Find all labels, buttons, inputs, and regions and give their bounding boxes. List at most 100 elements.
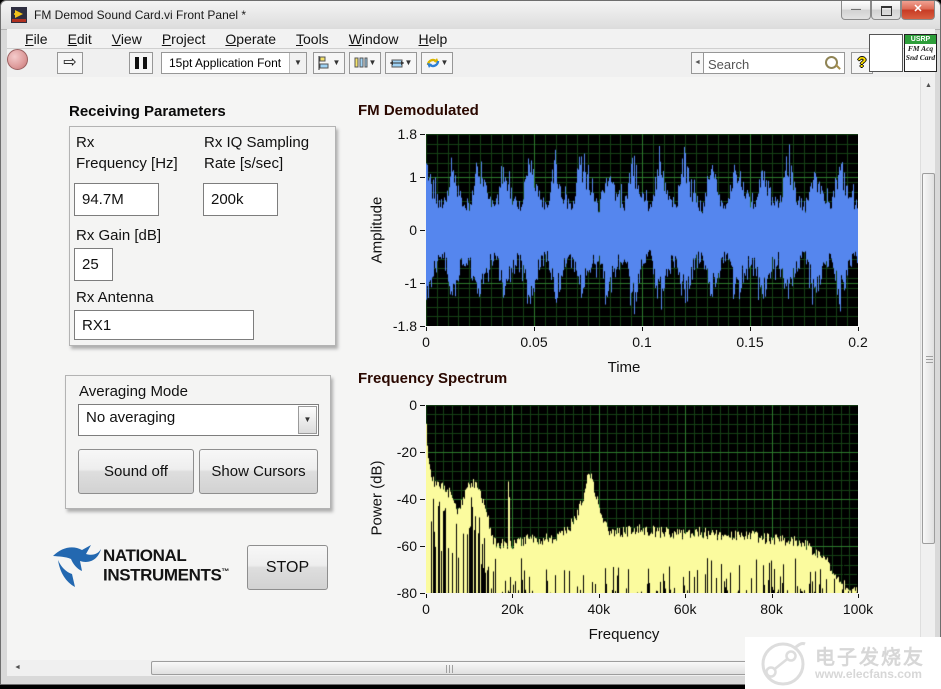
x-tick-mark: [534, 327, 535, 331]
grip-icon: [446, 665, 447, 673]
distribute-objects-icon: [354, 56, 368, 70]
x-tick-mark: [599, 594, 600, 598]
scroll-up-arrow-icon[interactable]: ▲: [921, 77, 936, 94]
x-tick-mark: [426, 327, 427, 331]
y-tick-label: 1.8: [398, 126, 417, 142]
vi-icon-header: USRP: [905, 35, 936, 44]
x-tick-label: 60k: [674, 601, 697, 617]
chevron-down-icon[interactable]: ▼: [289, 53, 306, 73]
rx-antenna-input[interactable]: [74, 310, 254, 340]
y-tick-mark: [420, 326, 425, 327]
minimize-button[interactable]: —: [841, 1, 871, 20]
menu-item-help[interactable]: Help: [409, 29, 458, 49]
x-tick-mark: [642, 327, 643, 331]
rx-iq-rate-input[interactable]: [203, 183, 278, 216]
reorder-objects-button[interactable]: ▼: [421, 52, 453, 74]
title-bar[interactable]: FM Demod Sound Card.vi Front Panel * — ✕: [1, 1, 940, 30]
pause-icon: [143, 57, 147, 69]
amplitude-axis-label: Amplitude: [369, 197, 386, 264]
resize-objects-icon: [390, 56, 404, 70]
search-field-container: [703, 52, 845, 74]
menu-bar: FileEditViewProjectOperateToolsWindowHel…: [7, 29, 935, 49]
y-tick-label: 1: [409, 169, 417, 185]
labview-app-icon: [11, 7, 27, 23]
maximize-button[interactable]: [871, 1, 901, 20]
x-tick-mark: [426, 594, 427, 598]
rx-frequency-input[interactable]: [74, 183, 159, 216]
receiving-parameters-title: Receiving Parameters: [69, 103, 226, 120]
y-tick-label: -40: [397, 491, 417, 507]
font-selector[interactable]: 15pt Application Font ▼: [161, 52, 307, 74]
y-tick-label: -1.8: [393, 318, 417, 334]
y-tick-label: -20: [397, 444, 417, 460]
power-axis-label: Power (dB): [369, 460, 386, 535]
toolbar: ⇨ 15pt Application Font ▼ ▼ ▼ ▼ ▼ ◄: [7, 49, 935, 78]
y-tick-label: -60: [397, 538, 417, 554]
rx-iq-rate-label: Rx IQ Sampling Rate [s/sec]: [204, 132, 309, 174]
x-tick-label: 20k: [501, 601, 524, 617]
search-input[interactable]: [706, 54, 822, 74]
reorder-objects-icon: [426, 56, 440, 70]
chevron-down-icon[interactable]: ▼: [298, 406, 317, 434]
x-tick-label: 0.1: [632, 334, 651, 350]
y-tick-label: -80: [397, 585, 417, 601]
sound-off-button[interactable]: Sound off: [78, 449, 194, 494]
screenshot-stage: FM Demod Sound Card.vi Front Panel * — ✕…: [0, 0, 941, 689]
vi-icon[interactable]: USRP FM Acq Snd Card: [904, 34, 937, 72]
menu-item-edit[interactable]: Edit: [58, 29, 102, 49]
rx-gain-input[interactable]: [74, 248, 113, 281]
pause-icon: [135, 57, 139, 69]
menu-item-view[interactable]: View: [102, 29, 152, 49]
averaging-mode-dropdown[interactable]: No averaging ▼: [78, 404, 319, 436]
align-objects-icon: [318, 56, 332, 70]
menu-item-tools[interactable]: Tools: [286, 29, 339, 49]
grip-icon: [926, 362, 933, 363]
grip-icon: [926, 356, 933, 357]
grip-icon: [452, 665, 453, 673]
y-tick-mark: [420, 230, 425, 231]
frequency-spectrum-title: Frequency Spectrum: [358, 370, 507, 387]
ni-eagle-logo-icon: [51, 543, 103, 591]
x-tick-label: 0: [422, 601, 430, 617]
run-button[interactable]: ⇨: [57, 52, 83, 74]
fm-demodulated-title: FM Demodulated: [358, 102, 479, 119]
show-cursors-button[interactable]: Show Cursors: [199, 449, 318, 494]
x-tick-mark: [772, 594, 773, 598]
grip-icon: [926, 359, 933, 360]
menu-item-window[interactable]: Window: [339, 29, 409, 49]
labview-window: FM Demod Sound Card.vi Front Panel * — ✕…: [0, 0, 941, 685]
averaging-mode-label: Averaging Mode: [79, 381, 188, 402]
x-tick-label: 40k: [588, 601, 611, 617]
rx-gain-label: Rx Gain [dB]: [76, 225, 161, 246]
menu-item-project[interactable]: Project: [152, 29, 216, 49]
resize-objects-button[interactable]: ▼: [385, 52, 417, 74]
font-selector-value: 15pt Application Font: [169, 56, 281, 70]
vertical-scrollbar-thumb[interactable]: [922, 173, 935, 544]
x-tick-label: 100k: [843, 601, 873, 617]
menu-item-file[interactable]: File: [15, 29, 58, 49]
front-panel: Receiving Parameters Rx Frequency [Hz] R…: [7, 77, 920, 660]
maximize-icon: [881, 6, 892, 16]
vertical-scrollbar[interactable]: ▲: [920, 77, 935, 660]
fm-demodulated-graph: 00.050.10.150.21.810-1-1.8: [426, 134, 858, 326]
abort-button[interactable]: [7, 49, 28, 70]
x-tick-mark: [750, 327, 751, 331]
scroll-left-arrow-icon[interactable]: ◄: [9, 660, 26, 676]
distribute-objects-button[interactable]: ▼: [349, 52, 381, 74]
y-tick-mark: [420, 452, 425, 453]
menu-item-operate[interactable]: Operate: [215, 29, 286, 49]
x-tick-mark: [858, 594, 859, 598]
y-tick-mark: [420, 593, 425, 594]
close-button[interactable]: ✕: [901, 1, 935, 20]
watermark-url: www.elecfans.com: [815, 667, 922, 681]
horizontal-scrollbar-thumb[interactable]: [151, 661, 748, 675]
y-tick-mark: [420, 405, 425, 406]
x-tick-label: 0.05: [520, 334, 547, 350]
y-tick-label: 0: [409, 222, 417, 238]
stop-button[interactable]: STOP: [247, 545, 328, 590]
y-tick-label: 0: [409, 397, 417, 413]
pause-button[interactable]: [129, 52, 153, 74]
align-objects-button[interactable]: ▼: [313, 52, 345, 74]
vi-connector-pane[interactable]: [869, 34, 903, 72]
frequency-spectrum-graph: 020k40k60k80k100k0-20-40-60-80: [426, 405, 858, 593]
